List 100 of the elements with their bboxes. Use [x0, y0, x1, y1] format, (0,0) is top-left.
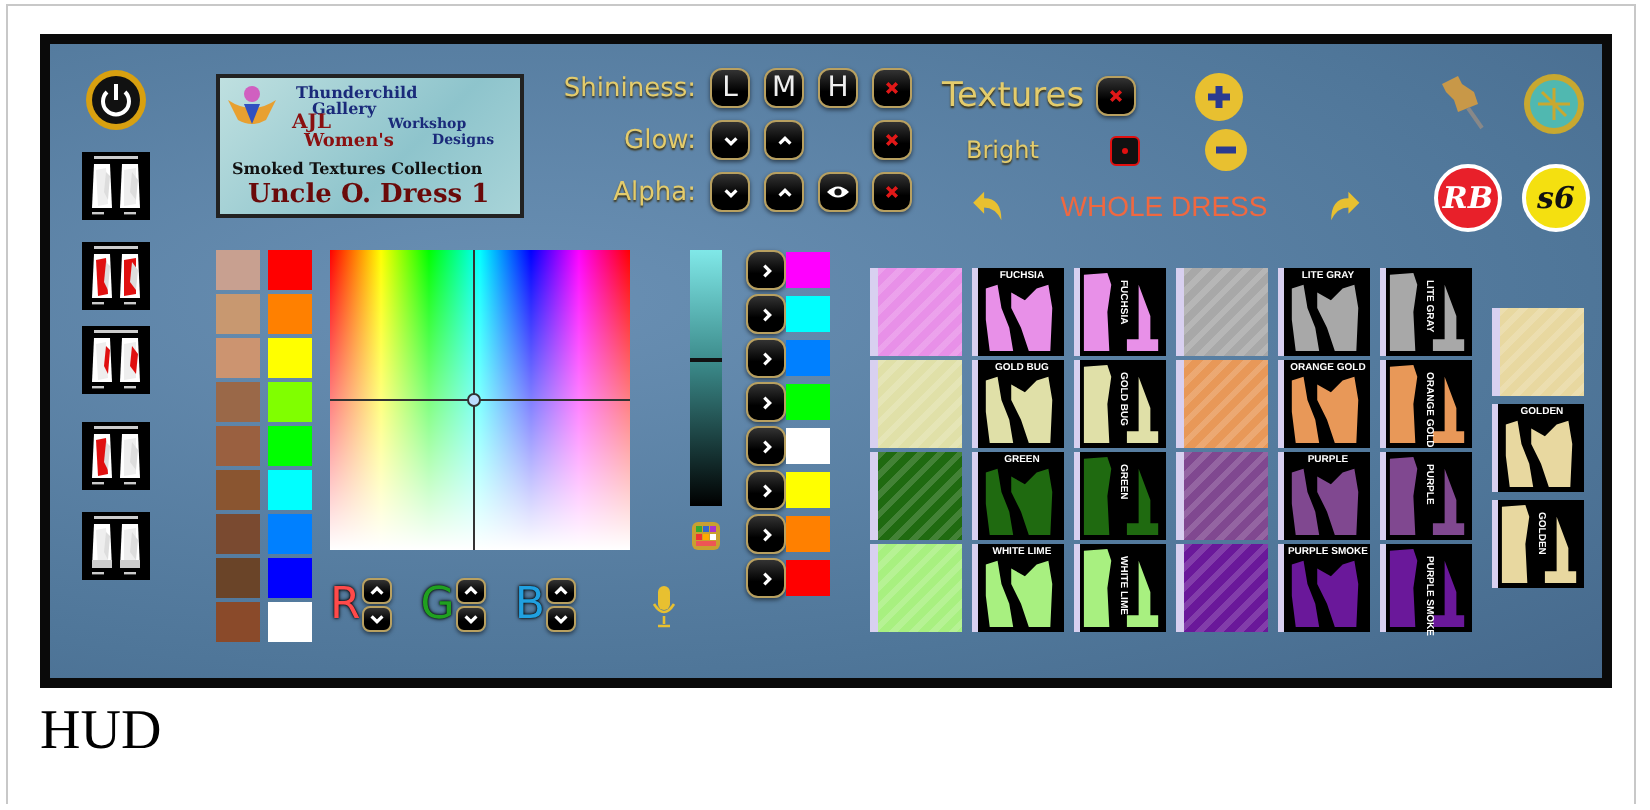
shininess-button[interactable]: H [818, 68, 858, 108]
apply-color-button[interactable] [746, 250, 787, 290]
chevron-down-icon [721, 131, 739, 149]
bright-toggle[interactable] [1110, 135, 1141, 165]
dress-part-thumbnail[interactable] [82, 242, 150, 310]
logo-text: AJL [292, 114, 332, 134]
apply-color-button[interactable] [746, 426, 787, 466]
preset-color-swatch[interactable] [786, 296, 831, 332]
color-swatch[interactable] [268, 602, 312, 642]
apply-color-button[interactable] [746, 294, 787, 334]
preset-color-swatch[interactable] [786, 428, 831, 464]
color-swatch[interactable] [216, 602, 260, 642]
decrease-button[interactable] [456, 606, 487, 632]
chevron-right-icon [757, 569, 776, 587]
apply-color-button[interactable] [746, 382, 787, 422]
glow-down-button[interactable] [710, 120, 750, 160]
preset-color-swatch[interactable] [786, 340, 831, 376]
color-swatch[interactable] [268, 338, 312, 378]
glow-label: Glow: [624, 125, 696, 155]
dress-part-thumbnail[interactable] [82, 326, 150, 394]
emblem-icon [226, 84, 278, 128]
color-swatch[interactable] [216, 426, 260, 466]
minus-button[interactable] [1204, 128, 1249, 172]
badge-button[interactable]: RB [1434, 164, 1502, 232]
increase-button[interactable] [362, 578, 393, 604]
palette-icon[interactable] [692, 522, 721, 550]
dress-part-thumbnail[interactable] [82, 512, 150, 580]
close-icon [884, 80, 900, 96]
shininess-reset-button[interactable] [872, 68, 912, 108]
color-swatch[interactable] [268, 294, 312, 334]
color-swatch[interactable] [268, 470, 312, 510]
texture-swatch[interactable] [1492, 308, 1585, 396]
color-swatch[interactable] [216, 382, 260, 422]
texture-swatch[interactable] [870, 452, 963, 540]
apply-color-button[interactable] [746, 514, 787, 554]
alpha-down-button[interactable] [710, 172, 750, 212]
brightness-slider[interactable] [690, 250, 723, 506]
shininess-button[interactable]: L [710, 68, 750, 108]
glow-up-button[interactable] [764, 120, 804, 160]
apply-color-button[interactable] [746, 338, 787, 378]
texture-swatch[interactable] [870, 360, 963, 448]
figure-caption: HUD [40, 700, 164, 764]
increase-button[interactable] [546, 578, 577, 604]
logo-text: Smoked Textures Collection [232, 160, 483, 176]
chevron-up-icon [552, 582, 571, 600]
chevron-right-icon [757, 481, 776, 499]
texture-swatch[interactable] [870, 544, 963, 632]
plus-button[interactable] [1194, 71, 1245, 121]
logo-text: Thunderchild [296, 84, 418, 100]
alpha-visibility-button[interactable] [818, 172, 858, 212]
close-icon [884, 132, 900, 148]
color-swatch[interactable] [216, 294, 260, 334]
chevron-right-icon [757, 437, 776, 455]
alpha-reset-button[interactable] [872, 172, 912, 212]
color-swatch[interactable] [268, 426, 312, 466]
chevron-up-icon [368, 582, 387, 600]
textures-reset-button[interactable] [1096, 76, 1137, 116]
apply-color-button[interactable] [746, 470, 787, 510]
color-swatch[interactable] [216, 558, 260, 598]
glow-reset-button[interactable] [872, 120, 912, 160]
texture-swatch[interactable] [870, 268, 963, 356]
increase-button[interactable] [456, 578, 487, 604]
dress-part-thumbnail[interactable] [82, 422, 150, 490]
color-swatch[interactable] [268, 382, 312, 422]
shininess-button[interactable]: M [764, 68, 804, 108]
color-swatch[interactable] [216, 514, 260, 554]
texture-swatch[interactable] [1176, 268, 1269, 356]
chevron-down-icon [552, 610, 571, 628]
preset-color-swatch[interactable] [786, 384, 831, 420]
color-swatch[interactable] [268, 514, 312, 554]
chevron-up-icon [775, 183, 793, 201]
chevron-up-icon [775, 131, 793, 149]
alpha-up-button[interactable] [764, 172, 804, 212]
texture-swatch[interactable] [1176, 452, 1269, 540]
apply-color-button[interactable] [746, 558, 787, 598]
preset-color-swatch[interactable] [786, 560, 831, 596]
redo-arrow-icon[interactable] [1327, 186, 1362, 226]
preset-color-swatch[interactable] [786, 252, 831, 288]
decrease-button[interactable] [546, 606, 577, 632]
slider-thumb[interactable] [690, 357, 723, 362]
power-button[interactable] [84, 68, 148, 132]
color-swatch[interactable] [268, 558, 312, 598]
color-swatch[interactable] [268, 250, 312, 290]
channel-label: R [330, 580, 361, 630]
texture-swatch[interactable] [1176, 544, 1269, 632]
color-swatch[interactable] [216, 338, 260, 378]
badge-button[interactable]: s6 [1522, 164, 1590, 232]
chevron-down-icon [368, 610, 387, 628]
preset-color-swatch[interactable] [786, 516, 831, 552]
color-swatch[interactable] [216, 250, 260, 290]
color-picker[interactable] [330, 250, 630, 550]
chevron-down-icon [721, 183, 739, 201]
close-icon [884, 184, 900, 200]
decrease-button[interactable] [362, 606, 393, 632]
preset-color-swatch[interactable] [786, 472, 831, 508]
color-swatch[interactable] [216, 470, 260, 510]
microphone-icon[interactable] [652, 583, 677, 627]
texture-swatch[interactable] [1176, 360, 1269, 448]
channel-label: B [514, 580, 545, 630]
dress-part-thumbnail[interactable] [82, 152, 150, 220]
